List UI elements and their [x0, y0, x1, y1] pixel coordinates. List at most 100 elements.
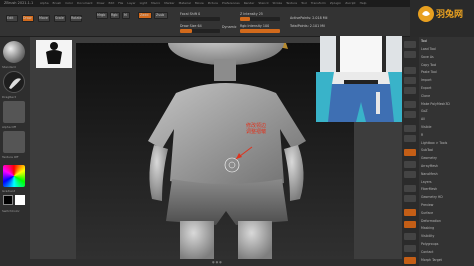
tray-item[interactable]: Lightbox > Tools: [421, 141, 447, 145]
tray-item[interactable]: Geometry: [421, 156, 437, 160]
rotate-label: Rotate: [71, 16, 82, 20]
logo-text: 羽兔网: [436, 8, 463, 20]
dynamic-label[interactable]: Dynamic: [222, 25, 237, 29]
menu-item-picture[interactable]: Picture: [208, 1, 218, 5]
tray-item[interactable]: Morph Target: [421, 258, 442, 262]
tray-item[interactable]: R: [421, 133, 423, 137]
menu-item-texture[interactable]: Texture: [286, 1, 297, 5]
menu-item-transform[interactable]: Transform: [311, 1, 326, 5]
tray-item[interactable]: Make PolyMesh3D: [421, 102, 450, 106]
z-intensity-slider[interactable]: [240, 17, 280, 21]
menu-item-macro[interactable]: Macro: [151, 1, 160, 5]
shelf-label-3: Texture Off: [2, 155, 19, 159]
local-button[interactable]: [404, 125, 416, 132]
annotation-line-2: 调整褶皱: [246, 129, 267, 135]
aahalf-button[interactable]: [404, 87, 416, 94]
tray-item[interactable]: Save As: [421, 55, 434, 59]
tray-item[interactable]: Preview: [421, 203, 433, 207]
tray-item[interactable]: Surface: [421, 211, 433, 215]
tray-item[interactable]: Paste Tool: [421, 70, 437, 74]
persp-button[interactable]: [404, 101, 416, 108]
tray-item[interactable]: Geometry HD: [421, 195, 443, 199]
tray-item[interactable]: SubTool: [421, 148, 433, 152]
menu-item-brush[interactable]: Brush: [53, 1, 62, 5]
tray-item[interactable]: Copy Tool: [421, 63, 436, 67]
menu-item-edit[interactable]: Edit: [108, 1, 114, 5]
menu-item-zplugin[interactable]: Zplugin: [330, 1, 341, 5]
tray-item[interactable]: Layers: [421, 180, 432, 184]
tray-item[interactable]: Import: [421, 78, 432, 82]
zsub-label: Zsub: [156, 13, 165, 17]
rotate-view-button[interactable]: [404, 161, 416, 168]
scale-view-button[interactable]: [404, 195, 416, 202]
menu-item-alpha[interactable]: Alpha: [40, 1, 49, 5]
standard-brush-icon[interactable]: [3, 41, 25, 63]
shelf-label-0: Standard: [2, 65, 16, 69]
tray-item[interactable]: All: [421, 117, 425, 121]
alpha-icon[interactable]: [3, 101, 25, 123]
menu-item-material[interactable]: Material: [179, 1, 191, 5]
transp-button[interactable]: [404, 221, 416, 228]
menu-item-preferences[interactable]: Preferences: [222, 1, 240, 5]
rgb-intensity-slider[interactable]: [240, 29, 280, 33]
menu-item-help[interactable]: Help: [360, 1, 367, 5]
tray-item[interactable]: Visible: [421, 125, 431, 129]
menu-item-tool[interactable]: Tool: [301, 1, 307, 5]
scale-label: Scale: [55, 16, 64, 20]
tray-item[interactable]: GoZ: [421, 109, 428, 113]
tray-item[interactable]: NanoMesh: [421, 172, 438, 176]
menu-item-layer[interactable]: Layer: [127, 1, 135, 5]
zoom-button[interactable]: [404, 67, 416, 74]
menu-item-light[interactable]: Light: [140, 1, 148, 5]
color-picker-icon[interactable]: [3, 165, 25, 187]
xyz-button[interactable]: [404, 149, 416, 156]
menu-bar: Alpha Brush Color Document Draw Edit File Layer…: [40, 1, 366, 5]
menu-item-render[interactable]: Render: [244, 1, 255, 5]
secondary-color-swatch[interactable]: [15, 195, 25, 205]
ghost-button[interactable]: [404, 233, 416, 240]
right-shelf: [402, 37, 419, 266]
draw-size-slider[interactable]: [180, 29, 220, 33]
tray-item[interactable]: FiberMesh: [421, 187, 437, 191]
menu-item-marker[interactable]: Marker: [164, 1, 174, 5]
lsym-button[interactable]: [404, 135, 416, 142]
tray-item[interactable]: Export: [421, 86, 431, 90]
app-title: ZBrush 2021.1.1: [4, 1, 34, 5]
polyf-button[interactable]: [404, 209, 416, 216]
menu-item-zscript[interactable]: Zscript: [345, 1, 355, 5]
edit-label: Edit: [7, 16, 14, 20]
tray-item[interactable]: Polygroups: [421, 242, 438, 246]
menu-item-stroke[interactable]: Stroke: [273, 1, 283, 5]
tray-item[interactable]: Masking: [421, 226, 434, 230]
solo-button[interactable]: [404, 245, 416, 252]
tray-item[interactable]: Contact: [421, 250, 433, 254]
menu-item-color[interactable]: Color: [65, 1, 73, 5]
menu-item-file[interactable]: File: [118, 1, 123, 5]
total-points: TotalPoints: 2.101 Mil: [290, 24, 325, 28]
frame-button[interactable]: [404, 171, 416, 178]
bottom-status: ● ● ●: [212, 260, 222, 264]
floor-button[interactable]: [404, 111, 416, 118]
tray-item[interactable]: Visibility: [421, 234, 434, 238]
focal-shift-slider[interactable]: [180, 17, 220, 21]
bpr-button[interactable]: [404, 41, 416, 48]
tray-item[interactable]: Load Tool: [421, 47, 436, 51]
shelf-label-6: SwitchColor: [2, 209, 20, 213]
menu-item-document[interactable]: Document: [77, 1, 93, 5]
stroke-icon[interactable]: [3, 71, 25, 93]
menu-item-draw[interactable]: Draw: [97, 1, 105, 5]
actual-button[interactable]: [404, 77, 416, 84]
xpose-button[interactable]: [404, 257, 416, 264]
tray-item[interactable]: ArrayMesh: [421, 164, 438, 168]
menu-item-movie[interactable]: Movie: [195, 1, 204, 5]
texture-icon[interactable]: [3, 131, 25, 153]
move-view-button[interactable]: [404, 185, 416, 192]
menu-item-stencil[interactable]: Stencil: [258, 1, 268, 5]
viewport[interactable]: 修改领边 调整褶皱: [76, 43, 354, 260]
shelf-label-5: Gradient: [2, 189, 16, 193]
spix-button[interactable]: [404, 51, 416, 58]
reference-photo-shorts: [316, 72, 406, 122]
tray-item[interactable]: Clone: [421, 94, 430, 98]
primary-color-swatch[interactable]: [3, 195, 13, 205]
tray-item[interactable]: Deformation: [421, 219, 441, 223]
